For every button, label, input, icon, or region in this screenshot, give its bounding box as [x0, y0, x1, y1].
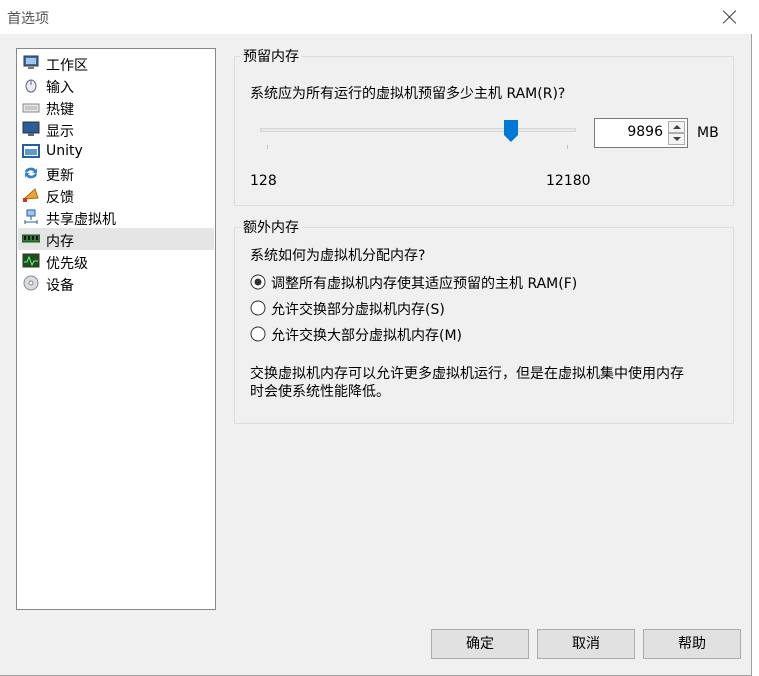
memory-value-input[interactable]: 9896: [627, 124, 663, 140]
title-bar: 首选项: [0, 0, 752, 34]
chevron-up-icon: [673, 125, 681, 129]
ok-button[interactable]: 确定: [431, 629, 529, 659]
performance-monitor-icon: [22, 253, 40, 268]
decrement-button[interactable]: [668, 133, 685, 145]
option-swap-some-label[interactable]: 允许交换部分虚拟机内存(S): [271, 299, 445, 319]
keyboard-icon: [22, 103, 40, 113]
sidebar-item-label: 热键: [46, 102, 74, 118]
display-icon: [22, 121, 40, 136]
swap-note-line2: 时会使系统性能降低。: [250, 384, 390, 400]
sidebar-item-display[interactable]: 显示: [18, 118, 214, 140]
window-title: 首选项: [7, 11, 49, 27]
sidebar-item-input[interactable]: 输入: [18, 74, 214, 96]
extra-memory-question: 系统如何为虚拟机分配内存?: [250, 248, 426, 264]
radio-swap-some[interactable]: [250, 300, 266, 316]
sidebar-item-label: 反馈: [46, 190, 74, 206]
sidebar-item-label: 工作区: [46, 58, 88, 74]
disc-icon: [23, 275, 39, 291]
megaphone-icon: [22, 188, 39, 202]
help-button[interactable]: 帮助: [643, 629, 741, 659]
cancel-button[interactable]: 取消: [537, 629, 635, 659]
update-arrows-icon: [25, 167, 37, 179]
slider-tick-max: [567, 145, 568, 149]
radio-fit-reserved[interactable]: [250, 274, 266, 290]
sidebar-item-label: 更新: [46, 168, 74, 184]
mouse-icon: [25, 79, 37, 93]
chevron-down-icon: [673, 137, 681, 141]
radio-swap-most[interactable]: [250, 326, 266, 342]
category-list[interactable]: 工作区 输入 热键 显示 Unity 更新 反馈 共享虚拟机 内存 优先级 设备: [16, 48, 216, 610]
slider-min-label: 128: [250, 173, 277, 189]
slider-max-label: 12180: [546, 173, 591, 189]
sidebar-item-label: 设备: [46, 278, 74, 294]
increment-button[interactable]: [668, 121, 685, 133]
close-icon[interactable]: [718, 5, 742, 29]
sidebar-item-label: 内存: [46, 234, 74, 250]
monitor-workspace-icon: [23, 55, 39, 69]
sidebar-item-priority[interactable]: 优先级: [18, 250, 214, 272]
reserved-memory-title: 预留内存: [240, 46, 302, 66]
sidebar-item-shared-vms[interactable]: 共享虚拟机: [18, 206, 214, 228]
sidebar-item-label: 优先级: [46, 256, 88, 272]
memory-unit-label: MB: [697, 125, 719, 141]
slider-tick-min: [267, 145, 268, 149]
sidebar-item-memory[interactable]: 内存: [18, 228, 214, 250]
preferences-dialog: 首选项 工作区 输入 热键 显示 Unity 更新 反馈 共享虚拟机 内存 优先…: [0, 0, 752, 676]
sidebar-item-label: 输入: [46, 80, 74, 96]
sidebar-item-devices[interactable]: 设备: [18, 272, 214, 294]
sidebar-item-feedback[interactable]: 反馈: [18, 184, 214, 206]
sidebar-item-label: 显示: [46, 124, 74, 140]
unity-window-icon: [22, 144, 40, 158]
extra-memory-title: 额外内存: [240, 217, 302, 237]
option-swap-most-label[interactable]: 允许交换大部分虚拟机内存(M): [271, 325, 462, 345]
memory-slider-thumb[interactable]: [504, 120, 518, 142]
option-fit-reserved-label[interactable]: 调整所有虚拟机内存使其适应预留的主机 RAM(F): [271, 273, 577, 293]
sidebar-item-label: Unity: [46, 143, 83, 159]
swap-note-line1: 交换虚拟机内存可以允许更多虚拟机运行，但是在虚拟机集中使用内存: [250, 366, 684, 382]
sidebar-item-label: 共享虚拟机: [46, 212, 116, 228]
sidebar-item-updates[interactable]: 更新: [18, 162, 214, 184]
reserved-memory-question: 系统应为所有运行的虚拟机预留多少主机 RAM(R)?: [250, 86, 566, 102]
memory-slider-track[interactable]: [260, 128, 576, 132]
sidebar-item-hotkeys[interactable]: 热键: [18, 96, 214, 118]
sidebar-item-workspace[interactable]: 工作区: [18, 52, 214, 74]
memory-stepper[interactable]: 9896: [594, 118, 688, 148]
network-share-icon: [24, 209, 38, 224]
sidebar-item-unity[interactable]: Unity: [18, 140, 214, 162]
memory-chip-icon: [22, 234, 40, 243]
